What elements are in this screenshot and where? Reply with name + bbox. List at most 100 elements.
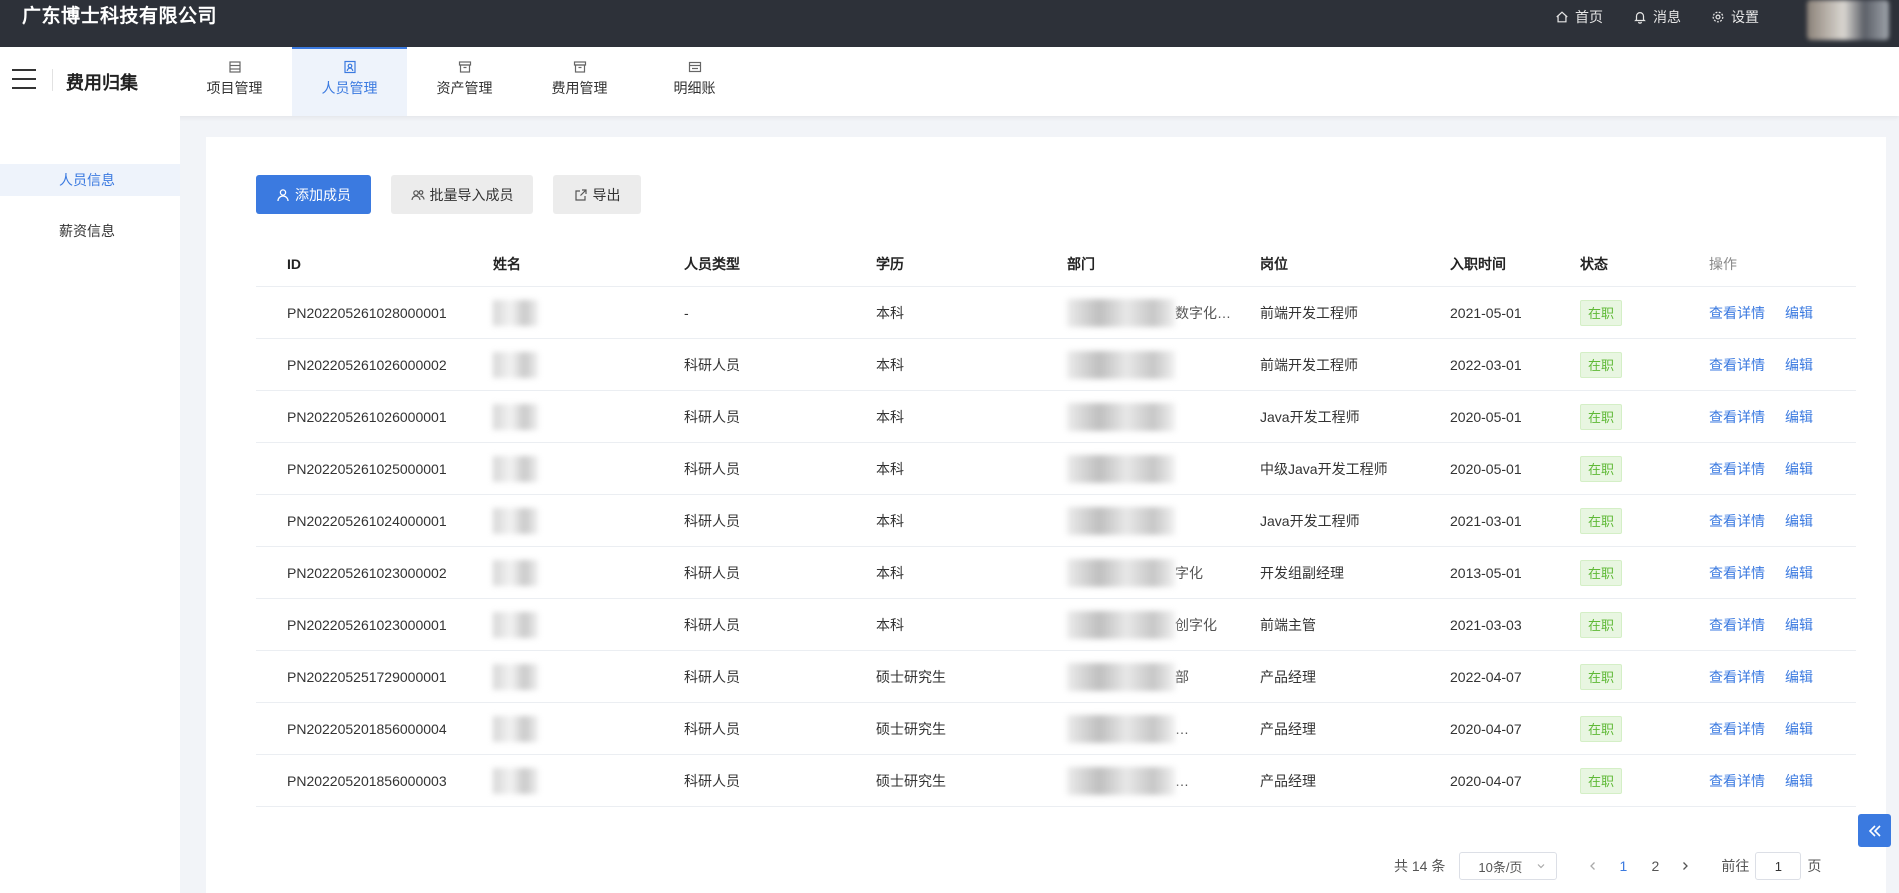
cell-hire-date: 2021-05-01 — [1450, 304, 1522, 321]
cell-id: PN202205261025000001 — [287, 460, 447, 477]
avatar[interactable] — [1807, 0, 1889, 40]
cell-department: 创字化 — [1067, 599, 1217, 650]
edit-link[interactable]: 编辑 — [1785, 303, 1813, 323]
table-row: PN202205261023000002 科研人员 本科 字化 开发组副经理 2013-0… — [256, 547, 1856, 599]
cell-education: 硕士研究生 — [876, 668, 946, 685]
view-details-link[interactable]: 查看详情 — [1709, 667, 1765, 687]
user-icon — [277, 188, 289, 201]
sidebar: 人员信息 薪资信息 — [0, 116, 180, 893]
chevron-left-icon — [1590, 862, 1596, 870]
edit-link[interactable]: 编辑 — [1785, 459, 1813, 479]
cell-status: 在职 — [1580, 495, 1623, 546]
edit-link[interactable]: 编辑 — [1785, 771, 1813, 791]
table-row: PN202205261024000001 科研人员 本科 Java开发工程师 2021-… — [256, 495, 1856, 547]
cell-education: 本科 — [876, 304, 904, 321]
edit-link[interactable]: 编辑 — [1785, 563, 1813, 583]
cell-position: Java开发工程师 — [1260, 512, 1360, 529]
redacted-department — [1067, 714, 1175, 743]
next-page-button[interactable] — [1671, 858, 1699, 874]
cell-department-text: 创字化 — [1175, 616, 1217, 633]
redacted-name — [493, 507, 538, 534]
cell-department — [1067, 391, 1175, 442]
header-type: 人员类型 — [684, 256, 740, 272]
cell-name — [493, 391, 542, 442]
page-jump: 前往 页 — [1721, 852, 1821, 880]
view-details-link[interactable]: 查看详情 — [1709, 615, 1765, 635]
company-name: 广东博士科技有限公司 — [22, 6, 218, 27]
page-size-value: 10条/页 — [1478, 859, 1523, 875]
cell-actions: 查看详情 编辑 — [1709, 443, 1813, 494]
status-badge: 在职 — [1580, 299, 1623, 326]
header-position: 岗位 — [1260, 256, 1288, 272]
view-details-link[interactable]: 查看详情 — [1709, 459, 1765, 479]
nav-home[interactable]: 首页 — [1555, 7, 1603, 27]
edit-link[interactable]: 编辑 — [1785, 511, 1813, 531]
tab-label: 项目管理 — [206, 80, 263, 96]
header-hire-date: 入职时间 — [1450, 256, 1506, 272]
cell-type: 科研人员 — [684, 512, 740, 529]
module-title: 费用归集 — [66, 73, 138, 93]
table-row: PN202205261026000002 科研人员 本科 前端开发工程师 2022-03… — [256, 339, 1856, 391]
goto-suffix: 页 — [1807, 858, 1822, 874]
cell-education: 本科 — [876, 356, 904, 373]
edit-link[interactable]: 编辑 — [1785, 667, 1813, 687]
cell-name — [493, 495, 542, 546]
view-details-link[interactable]: 查看详情 — [1709, 355, 1765, 375]
view-details-link[interactable]: 查看详情 — [1709, 719, 1765, 739]
page-button-1[interactable]: 1 — [1607, 858, 1639, 874]
cell-name — [493, 755, 542, 806]
status-badge: 在职 — [1580, 455, 1623, 482]
edit-link[interactable]: 编辑 — [1785, 407, 1813, 427]
cell-id: PN202205201856000003 — [287, 772, 447, 789]
cell-type: - — [684, 304, 689, 321]
tab-label: 费用管理 — [551, 80, 608, 96]
redacted-name — [493, 715, 538, 742]
edit-link[interactable]: 编辑 — [1785, 355, 1813, 375]
batch-import-button[interactable]: 批量导入成员 — [391, 175, 533, 214]
tab-asset-management[interactable]: 资产管理 — [407, 47, 522, 116]
page-size-select[interactable]: 10条/页 — [1459, 852, 1558, 880]
redacted-name — [493, 559, 538, 586]
cell-id: PN202205201856000004 — [287, 720, 447, 737]
list-icon — [228, 61, 241, 73]
cell-education: 本科 — [876, 512, 904, 529]
cell-id: PN202205251729000001 — [287, 668, 447, 685]
prev-page-button[interactable] — [1579, 858, 1607, 874]
cell-id: PN202205261026000002 — [287, 356, 447, 373]
table-row: PN202205251729000001 科研人员 硕士研究生 部 产品经理 2022-0… — [256, 651, 1856, 703]
cell-hire-date: 2021-03-01 — [1450, 512, 1522, 529]
edit-link[interactable]: 编辑 — [1785, 719, 1813, 739]
cell-type: 科研人员 — [684, 668, 740, 685]
view-details-link[interactable]: 查看详情 — [1709, 511, 1765, 531]
cell-department-text: 字化 — [1175, 564, 1203, 581]
cell-status: 在职 — [1580, 755, 1623, 806]
cell-status: 在职 — [1580, 443, 1623, 494]
cell-type: 科研人员 — [684, 564, 740, 581]
sidebar-item-salary-info[interactable]: 薪资信息 — [0, 215, 180, 247]
table-row: PN202205261025000001 科研人员 本科 中级Java开发工程师 202… — [256, 443, 1856, 495]
view-details-link[interactable]: 查看详情 — [1709, 407, 1765, 427]
tab-expense-management[interactable]: 费用管理 — [522, 47, 637, 116]
view-details-link[interactable]: 查看详情 — [1709, 771, 1765, 791]
cell-department-text: … — [1175, 720, 1189, 737]
tab-personnel-management[interactable]: 人员管理 — [292, 47, 407, 116]
redacted-department — [1067, 558, 1175, 587]
cell-type: 科研人员 — [684, 720, 740, 737]
page-button-2[interactable]: 2 — [1639, 858, 1671, 874]
menu-toggle-icon[interactable] — [12, 69, 36, 89]
nav-messages[interactable]: 消息 — [1633, 7, 1681, 27]
view-details-link[interactable]: 查看详情 — [1709, 303, 1765, 323]
nav-settings[interactable]: 设置 — [1711, 7, 1759, 27]
tab-project-management[interactable]: 项目管理 — [177, 47, 292, 116]
collapse-panel-button[interactable] — [1858, 814, 1891, 847]
sidebar-item-personnel-info[interactable]: 人员信息 — [0, 164, 180, 196]
goto-page-input[interactable] — [1755, 852, 1802, 880]
tab-ledger[interactable]: 明细账 — [637, 47, 752, 116]
header-actions: 操作 — [1709, 256, 1737, 272]
module-header: 费用归集 项目管理 人员管理 资产管理 费用管理 明细账 — [0, 47, 1899, 116]
export-button[interactable]: 导出 — [553, 175, 641, 214]
add-member-button[interactable]: 添加成员 — [256, 175, 371, 214]
view-details-link[interactable]: 查看详情 — [1709, 563, 1765, 583]
edit-link[interactable]: 编辑 — [1785, 615, 1813, 635]
double-chevron-left-icon — [1868, 824, 1881, 837]
